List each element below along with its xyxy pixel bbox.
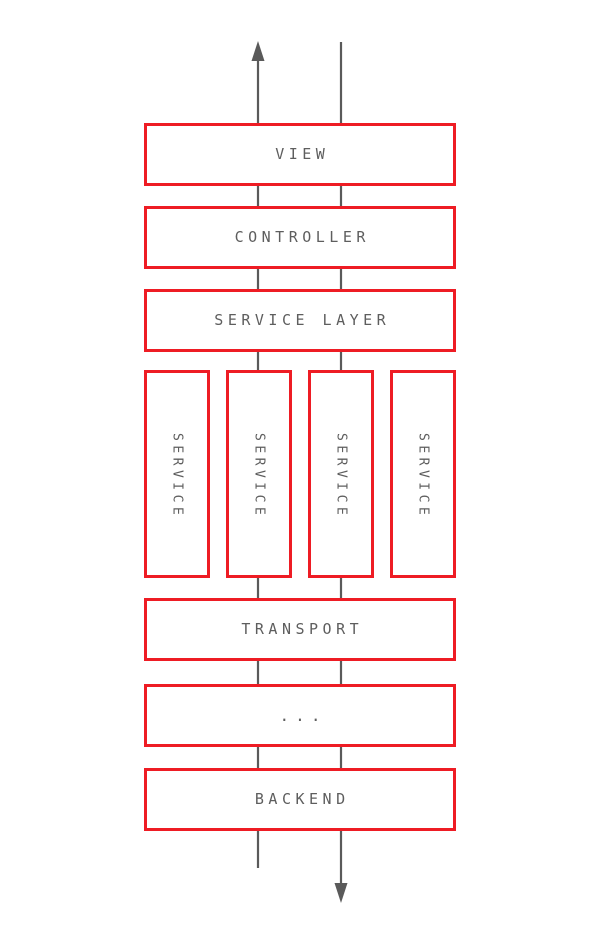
layer-box-controller[interactable]: CONTROLLER — [144, 206, 456, 269]
layer-label-backend: BACKEND — [254, 790, 350, 808]
layer-box-backend[interactable]: BACKEND — [144, 768, 456, 831]
architecture-diagram: VIEW CONTROLLER SERVICE LAYER SERVICE SE… — [0, 0, 600, 950]
service-label-4: SERVICE — [415, 433, 431, 520]
service-label-2: SERVICE — [251, 433, 267, 520]
layer-label-view: VIEW — [275, 145, 330, 163]
layer-label-controller: CONTROLLER — [234, 228, 370, 246]
service-box-4[interactable]: SERVICE — [390, 370, 456, 578]
layer-label-ellipsis: ... — [279, 705, 327, 725]
layer-label-transport: TRANSPORT — [241, 620, 364, 638]
service-box-2[interactable]: SERVICE — [226, 370, 292, 578]
layer-box-view[interactable]: VIEW — [144, 123, 456, 186]
layer-label-service-layer: SERVICE LAYER — [214, 311, 391, 329]
layer-box-ellipsis[interactable]: ... — [144, 684, 456, 747]
service-box-1[interactable]: SERVICE — [144, 370, 210, 578]
layer-box-transport[interactable]: TRANSPORT — [144, 598, 456, 661]
service-label-1: SERVICE — [169, 433, 185, 520]
layer-box-service-layer[interactable]: SERVICE LAYER — [144, 289, 456, 352]
service-label-3: SERVICE — [333, 433, 349, 520]
service-box-3[interactable]: SERVICE — [308, 370, 374, 578]
